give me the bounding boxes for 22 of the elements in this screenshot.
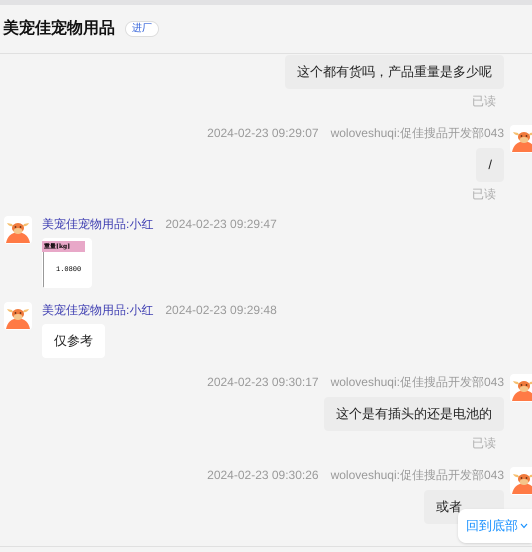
message-time: 2024-02-23 09:29:48	[165, 302, 277, 318]
message-time: 2024-02-23 09:29:07	[207, 125, 319, 141]
message-bubble: 仅参考	[42, 324, 105, 358]
message-time: 2024-02-23 09:30:17	[207, 374, 319, 390]
read-status: 已读	[472, 186, 496, 202]
message-time: 2024-02-23 09:29:47	[165, 216, 277, 232]
read-status: 已读	[472, 93, 496, 109]
message-bubble: 这个是有插头的还是电池的	[324, 397, 504, 431]
chat-title: 美宠佳宠物用品	[3, 18, 115, 39]
chevron-down-icon	[520, 523, 528, 529]
sender-name: woloveshuqi:促佳搜品开发部043	[330, 374, 504, 390]
sender-name: 美宠佳宠物用品:小红	[42, 216, 154, 232]
message-bubble: /	[476, 148, 504, 182]
cow-avatar-icon	[4, 302, 32, 330]
message-time: 2024-02-23 09:30:26	[207, 467, 319, 483]
sender-name: woloveshuqi:促佳搜品开发部043	[330, 467, 504, 483]
sender-name: woloveshuqi:促佳搜品开发部043	[330, 125, 504, 141]
status-tag: 进厂	[125, 21, 159, 37]
message-bubble: 这个都有货吗，产品重量是多少呢	[285, 55, 504, 89]
sender-name: 美宠佳宠物用品:小红	[42, 302, 154, 318]
read-status: 已读	[472, 435, 496, 451]
cow-avatar-icon	[4, 216, 32, 244]
